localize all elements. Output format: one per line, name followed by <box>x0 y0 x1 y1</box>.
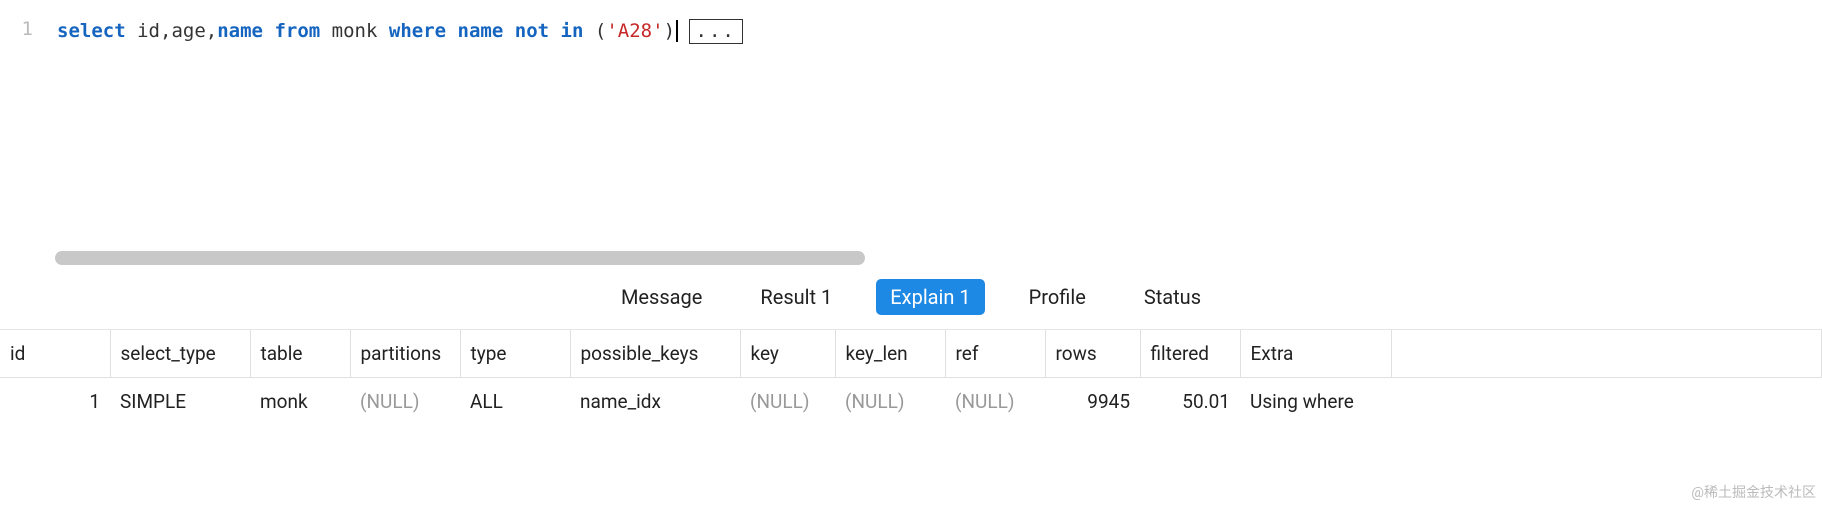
col-header-id[interactable]: id <box>0 330 110 378</box>
lparen: ( <box>595 20 606 42</box>
tab-profile[interactable]: Profile <box>1015 279 1100 315</box>
tab-message[interactable]: Message <box>607 279 716 315</box>
col-header-select-type[interactable]: select_type <box>110 330 250 378</box>
tab-status[interactable]: Status <box>1130 279 1215 315</box>
cell-table: monk <box>250 378 350 426</box>
rparen: ) <box>664 20 675 42</box>
cell-filtered: 50.01 <box>1140 378 1240 426</box>
col-header-type[interactable]: type <box>460 330 570 378</box>
cell-empty <box>1392 378 1822 426</box>
quote-open: ' <box>606 20 617 42</box>
table-row[interactable]: 1 SIMPLE monk (NULL) ALL name_idx (NULL)… <box>0 378 1822 426</box>
ellipsis-button[interactable]: ... <box>689 19 743 44</box>
horizontal-scrollbar-track[interactable] <box>55 251 1812 265</box>
col-header-empty <box>1392 330 1822 378</box>
keyword-where: where <box>389 20 446 42</box>
line-gutter: 1 <box>0 0 45 275</box>
ident-name2: name <box>458 20 504 42</box>
cell-select-type: SIMPLE <box>110 378 250 426</box>
cell-possible-keys: name_idx <box>570 378 740 426</box>
cell-extra: Using where <box>1240 378 1392 426</box>
col-header-table[interactable]: table <box>250 330 350 378</box>
col-header-key-len[interactable]: key_len <box>835 330 945 378</box>
ident-table: monk <box>332 20 378 42</box>
table-header-row: id select_type table partitions type pos… <box>0 330 1822 378</box>
col-header-rows[interactable]: rows <box>1045 330 1140 378</box>
line-number: 1 <box>0 18 33 40</box>
keyword-select: select <box>57 20 126 42</box>
string-literal: A28 <box>618 20 652 42</box>
cell-id: 1 <box>0 378 110 426</box>
code-area[interactable]: select id,age,name from monk where name … <box>45 0 1822 275</box>
explain-results-table: id select_type table partitions type pos… <box>0 330 1822 425</box>
cell-type: ALL <box>460 378 570 426</box>
horizontal-scrollbar-thumb[interactable] <box>55 251 865 265</box>
comma: , <box>160 20 171 42</box>
keyword-from: from <box>274 20 320 42</box>
comma: , <box>206 20 217 42</box>
quote-close: ' <box>652 20 663 42</box>
text-cursor <box>676 20 678 42</box>
cell-partitions: (NULL) <box>350 378 460 426</box>
tab-result[interactable]: Result 1 <box>746 279 846 315</box>
col-header-partitions[interactable]: partitions <box>350 330 460 378</box>
keyword-not: not <box>515 20 549 42</box>
cell-key: (NULL) <box>740 378 835 426</box>
cell-rows: 9945 <box>1045 378 1140 426</box>
col-header-key[interactable]: key <box>740 330 835 378</box>
col-header-extra[interactable]: Extra <box>1240 330 1392 378</box>
col-header-possible-keys[interactable]: possible_keys <box>570 330 740 378</box>
keyword-in: in <box>561 20 584 42</box>
ident-age: age <box>171 20 205 42</box>
cell-key-len: (NULL) <box>835 378 945 426</box>
watermark-text: @稀土掘金技术社区 <box>1691 482 1816 502</box>
col-header-ref[interactable]: ref <box>945 330 1045 378</box>
tab-explain[interactable]: Explain 1 <box>876 279 984 315</box>
ident-name: name <box>217 20 263 42</box>
col-header-filtered[interactable]: filtered <box>1140 330 1240 378</box>
cell-ref: (NULL) <box>945 378 1045 426</box>
ident-id: id <box>137 20 160 42</box>
sql-editor[interactable]: 1 select id,age,name from monk where nam… <box>0 0 1822 275</box>
